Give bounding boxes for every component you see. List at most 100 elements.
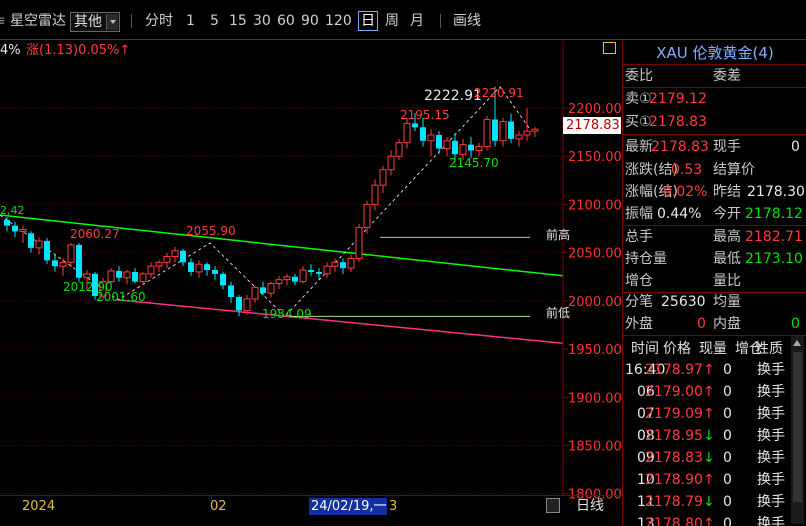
period-select-value: 其他 <box>74 14 102 30</box>
trade-nature: 换手 <box>757 494 785 510</box>
candle-body <box>155 261 163 267</box>
toolbar-left-cut: ≡ <box>0 12 6 30</box>
buy1-value: 2178.83 <box>649 114 707 130</box>
candle-body <box>299 269 307 283</box>
panel-divider <box>623 134 806 135</box>
liangbi-label: 量比 <box>713 273 741 289</box>
candle-body <box>204 264 210 271</box>
annot-prev-low: 前低 <box>546 306 571 320</box>
candle-body <box>28 233 34 248</box>
period-30[interactable]: 30 <box>253 12 271 30</box>
trade-row[interactable]: 10 2178.90 ↑ 0 换手 <box>623 469 806 491</box>
chicang-label: 持仓量 <box>625 251 667 267</box>
chevron-down-icon[interactable] <box>106 14 118 30</box>
trade-row[interactable]: 16:40 2178.97 ↑ 0 换手 <box>623 359 806 381</box>
period-week[interactable]: 周 <box>385 12 399 30</box>
candle-body <box>508 121 514 139</box>
scroll-thumb[interactable] <box>793 352 802 502</box>
chart-settings-icon[interactable] <box>603 42 616 54</box>
trade-vol: 0 <box>723 428 732 444</box>
latest-value: 2178.83 <box>651 139 709 155</box>
candle-body <box>316 271 322 274</box>
trade-price: 2178.97 <box>645 362 703 378</box>
period-1[interactable]: 1 <box>186 12 195 30</box>
period-month[interactable]: 月 <box>410 12 424 30</box>
draw-line-button[interactable]: 画线 <box>453 12 481 30</box>
zuigao-value: 2182.71 <box>745 229 803 245</box>
x-label-3: 3 <box>389 499 398 514</box>
period-15[interactable]: 15 <box>229 12 247 30</box>
zhangfu-value: 0.02% <box>663 184 708 200</box>
panel-divider <box>623 64 806 65</box>
candle-body <box>35 240 43 249</box>
pink-trend-line <box>117 299 564 345</box>
candle-body <box>379 169 387 186</box>
zuidi-value: 2173.10 <box>745 251 803 267</box>
trade-price: 2179.00 <box>645 384 703 400</box>
candle-body <box>523 130 531 136</box>
trades-scrollbar[interactable] <box>791 336 804 524</box>
trade-row[interactable]: 09 2178.83 ↓ 0 换手 <box>623 447 806 469</box>
trade-vol: 0 <box>723 362 732 378</box>
jinkai-value: 2178.12 <box>745 206 803 222</box>
candle-body <box>171 250 179 258</box>
candle-body <box>260 287 266 294</box>
trade-row[interactable]: 11 2178.79 ↓ 0 换手 <box>623 491 806 513</box>
zhangdie-label: 涨跌(结) <box>625 162 678 178</box>
trade-row[interactable]: 08 2178.95 ↓ 0 换手 <box>623 425 806 447</box>
period-day-button[interactable]: 日 <box>358 11 378 31</box>
period-select[interactable]: 其他 <box>70 12 120 32</box>
candle-body <box>123 271 131 279</box>
candle-body <box>220 273 226 286</box>
candle-body <box>12 225 18 232</box>
scroll-up-icon[interactable] <box>793 340 801 346</box>
candle-body <box>323 265 331 275</box>
waipan-label: 外盘 <box>625 316 653 332</box>
period-60[interactable]: 60 <box>277 12 295 30</box>
period-fenshi[interactable]: 分时 <box>145 12 173 30</box>
kline-chart[interactable]: 2200.00 2150.00 2100.00 2050.00 2000.00 1950.… <box>0 41 622 526</box>
candle-body <box>19 229 27 232</box>
trade-row[interactable]: 07 2179.09 ↑ 0 换手 <box>623 403 806 425</box>
neipan-label: 内盘 <box>713 316 741 332</box>
y-axis: 2200.00 2150.00 2100.00 2050.00 2000.00 1950.… <box>562 41 622 503</box>
period-5[interactable]: 5 <box>210 12 219 30</box>
xianshou-label: 现手 <box>713 139 741 155</box>
sell1-value: 2179.12 <box>649 91 707 107</box>
y-tick-label: 2150.00 <box>568 150 622 165</box>
candle-body <box>340 262 346 269</box>
th-time: 时间 <box>631 341 659 357</box>
candle-body <box>427 134 435 142</box>
trade-vol: 0 <box>723 450 732 466</box>
trade-row[interactable]: 06 2179.00 ↑ 0 换手 <box>623 381 806 403</box>
zongshou-label: 总手 <box>625 229 653 245</box>
trade-price: 2178.90 <box>645 472 703 488</box>
candle-body <box>475 146 483 151</box>
app-name[interactable]: 星空雷达 <box>10 12 66 30</box>
trade-nature: 换手 <box>757 472 785 488</box>
period-120[interactable]: 120 <box>325 12 352 30</box>
candle-body <box>436 135 442 149</box>
candle-body <box>283 276 291 281</box>
candle-body <box>468 144 474 151</box>
candle-body <box>387 155 395 171</box>
y-tick-label: 1950.00 <box>568 343 622 358</box>
candle-body <box>116 270 122 278</box>
annot-2060: 2060.27 <box>70 227 120 241</box>
candle-body <box>67 244 75 263</box>
scroll-box-icon[interactable] <box>546 498 560 513</box>
junliang-label: 均量 <box>713 294 741 310</box>
trade-row[interactable]: 13 2178.80 ↑ 0 换手 <box>623 513 806 526</box>
panel-divider <box>623 335 806 336</box>
toolbar-divider <box>131 14 132 28</box>
candle-body <box>147 265 155 275</box>
trade-arrow-icon: ↓ <box>703 494 715 510</box>
annot-2145: 2145.70 <box>449 156 499 170</box>
candle-body <box>275 279 283 285</box>
zhenfu-label: 振幅 <box>625 206 653 222</box>
period-90[interactable]: 90 <box>301 12 319 30</box>
waipan-value: 0 <box>697 316 706 332</box>
zhangdie-value: 0.53 <box>671 162 703 178</box>
period-label[interactable]: 日线 <box>576 496 604 516</box>
buy1-label: 买① <box>625 114 652 130</box>
